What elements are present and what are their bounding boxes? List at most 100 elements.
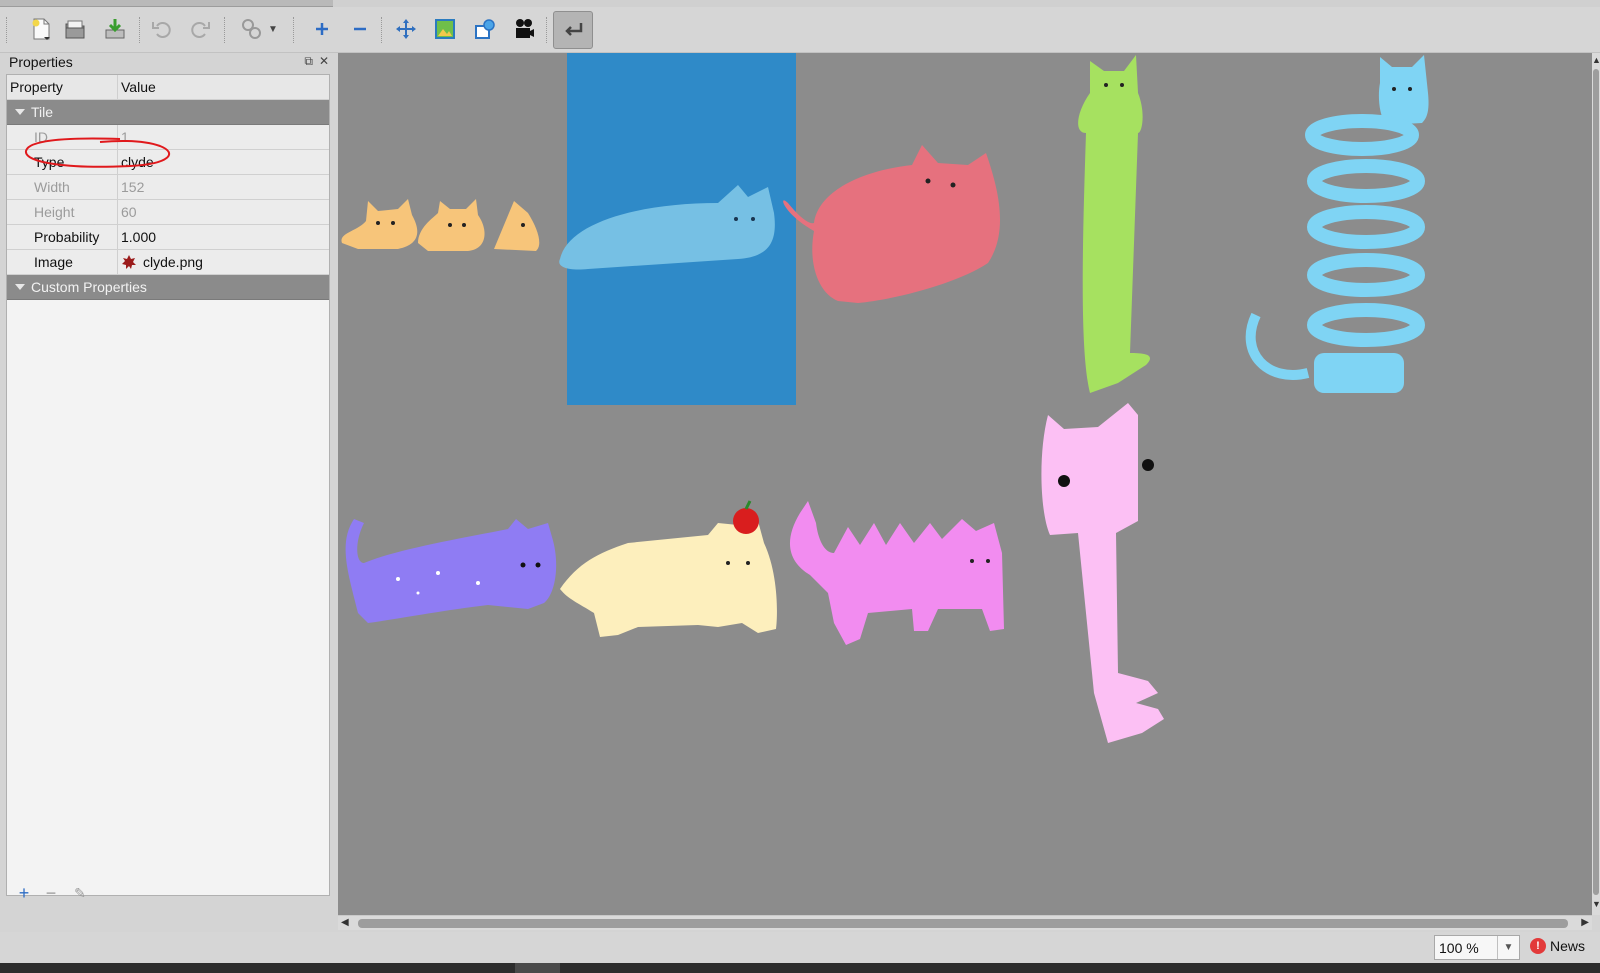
save-icon <box>105 19 125 39</box>
group-label: Custom Properties <box>31 279 147 295</box>
zoom-in-button[interactable] <box>307 14 337 44</box>
taskbar-item[interactable] <box>515 963 560 973</box>
shapes-tool-button[interactable] <box>470 14 500 44</box>
tile-cream-cat-apple[interactable] <box>560 500 777 637</box>
group-row-custom-properties[interactable]: Custom Properties <box>7 275 329 300</box>
redo-icon <box>191 22 210 38</box>
property-name: ID <box>7 125 118 149</box>
image-filename: clyde.png <box>143 254 203 270</box>
move-icon <box>396 19 416 39</box>
property-row-width[interactable]: Width 152 <box>7 175 329 200</box>
os-taskbar <box>0 963 1600 973</box>
add-icon <box>316 23 328 35</box>
status-bar: 100 % ▼ ! News <box>0 932 1600 963</box>
property-value: 60 <box>121 204 137 220</box>
property-value-input[interactable]: 1.000 <box>118 225 329 249</box>
open-file-icon <box>65 20 85 39</box>
new-file-button[interactable] <box>26 14 56 44</box>
property-value: 1 <box>121 129 129 145</box>
properties-table: Property Value Tile ID 1 Type clyde Widt… <box>6 74 330 896</box>
expand-arrow-icon[interactable] <box>15 284 25 290</box>
document-tab[interactable] <box>0 0 333 7</box>
vertical-scroll-thumb[interactable] <box>1593 69 1599 895</box>
close-icon[interactable]: ✕ <box>319 54 329 69</box>
add-icon: + <box>18 882 30 903</box>
redo-button[interactable] <box>186 14 216 44</box>
tile-blue-cat-clyde[interactable] <box>559 185 775 270</box>
tile-spiky-pink-cat[interactable] <box>789 501 1004 645</box>
scroll-down-arrow-icon[interactable]: ▼ <box>1592 899 1600 909</box>
toolbar-separator <box>139 17 141 43</box>
animation-button[interactable] <box>509 14 539 44</box>
property-value-input[interactable]: clyde <box>118 150 329 174</box>
chevron-down-icon: ▼ <box>268 23 278 35</box>
toolbar-separator <box>381 17 383 43</box>
open-file-button[interactable] <box>60 14 90 44</box>
properties-panel: Properties ⧉ ✕ Property Value Tile ID 1 … <box>5 53 331 897</box>
property-row-probability[interactable]: Probability 1.000 <box>7 225 329 250</box>
scroll-right-arrow-icon[interactable]: ▶ <box>1581 917 1589 928</box>
remove-icon <box>354 27 366 31</box>
table-header: Property Value <box>7 75 329 100</box>
tile-tall-green-cat[interactable] <box>1078 55 1151 393</box>
property-name: Height <box>7 200 118 224</box>
window-top-strip <box>0 0 1600 7</box>
tile-pink-key-cat[interactable] <box>1041 403 1164 743</box>
tile-red-round-cat[interactable] <box>783 145 1001 303</box>
property-row-height[interactable]: Height 60 <box>7 200 329 225</box>
property-name: Image <box>7 250 118 274</box>
pencil-icon: ✎ <box>74 884 86 901</box>
properties-panel-actions: + − ✎ <box>5 880 331 910</box>
chevron-down-icon[interactable]: ▼ <box>1497 936 1519 959</box>
remove-icon: − <box>45 882 57 903</box>
add-property-button[interactable]: + <box>13 882 35 904</box>
panel-title: Properties <box>9 54 73 70</box>
group-row-tile[interactable]: Tile <box>7 100 329 125</box>
expand-arrow-icon[interactable] <box>15 109 25 115</box>
horizontal-scrollbar[interactable]: ◀ ▶ <box>338 915 1592 930</box>
main-toolbar: ▼ <box>0 7 1600 53</box>
return-button[interactable] <box>553 11 593 49</box>
new-file-icon <box>32 18 50 40</box>
vertical-scrollbar[interactable]: ▲ ▼ <box>1592 53 1600 915</box>
news-button[interactable]: ! News <box>1530 938 1585 954</box>
toolbar-separator <box>546 17 548 43</box>
image-edit-button[interactable] <box>430 14 460 44</box>
property-row-image[interactable]: Image clyde.png <box>7 250 329 275</box>
zoom-out-button[interactable] <box>345 14 375 44</box>
undo-button[interactable] <box>146 14 176 44</box>
tile-galaxy-cat[interactable] <box>345 519 557 623</box>
column-header-value[interactable]: Value <box>118 75 329 99</box>
undo-icon <box>152 22 171 38</box>
group-label: Tile <box>31 104 54 120</box>
news-label: News <box>1550 938 1586 954</box>
horizontal-scroll-thumb[interactable] <box>358 919 1568 928</box>
alert-icon: ! <box>1530 938 1546 954</box>
zoom-combobox[interactable]: 100 % ▼ <box>1434 935 1520 960</box>
shapes-icon <box>475 19 495 39</box>
float-panel-icon[interactable]: ⧉ <box>304 54 313 69</box>
scroll-up-arrow-icon[interactable]: ▲ <box>1592 55 1600 65</box>
save-button[interactable] <box>100 14 130 44</box>
toolbar-separator <box>224 17 226 43</box>
zoom-value[interactable]: 100 % <box>1435 940 1497 956</box>
remove-property-button[interactable]: − <box>40 882 62 904</box>
animation-camera-icon <box>516 19 534 38</box>
tool-settings-icon <box>242 19 262 39</box>
tileset-canvas[interactable] <box>338 53 1592 915</box>
tile-blue-spring-cat[interactable] <box>1245 55 1429 393</box>
column-header-property[interactable]: Property <box>7 75 118 99</box>
tool-settings-dropdown[interactable]: ▼ <box>236 14 282 44</box>
property-name: Probability <box>7 225 118 249</box>
property-row-id[interactable]: ID 1 <box>7 125 329 150</box>
image-value-cell[interactable]: clyde.png <box>118 250 329 274</box>
scroll-left-arrow-icon[interactable]: ◀ <box>341 917 349 928</box>
tile-orange-cats[interactable] <box>341 199 540 251</box>
image-edit-icon <box>435 19 455 39</box>
image-file-icon <box>122 255 136 269</box>
property-name: Width <box>7 175 118 199</box>
tileset-image <box>341 55 1429 743</box>
property-row-type[interactable]: Type clyde <box>7 150 329 175</box>
move-tool-button[interactable] <box>391 14 421 44</box>
rename-property-button[interactable]: ✎ <box>69 882 91 904</box>
